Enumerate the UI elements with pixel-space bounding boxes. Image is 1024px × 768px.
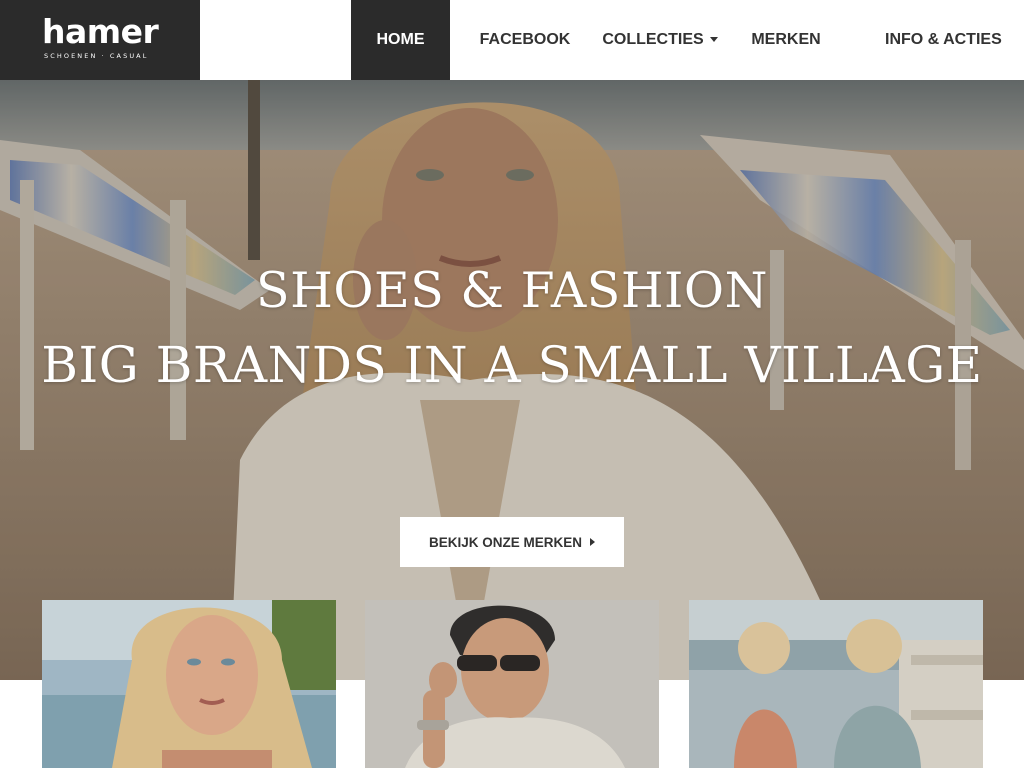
nav-item-info-acties[interactable]: INFO & ACTIES bbox=[844, 0, 1024, 80]
category-tile-men[interactable] bbox=[365, 600, 659, 768]
nav-item-info-acties-label: INFO & ACTIES bbox=[885, 31, 1002, 48]
nav-item-collecties-label: COLLECTIES bbox=[602, 31, 704, 48]
bekijk-merken-button[interactable]: BEKIJK ONZE MERKEN bbox=[400, 517, 624, 567]
nav-item-home[interactable]: HOME bbox=[351, 0, 450, 80]
site-header: hamer SCHOENEN · CASUAL HOME FACEBOOK CO… bbox=[0, 0, 1024, 80]
nav-item-facebook-label: FACEBOOK bbox=[479, 31, 571, 48]
logo-link[interactable]: hamer SCHOENEN · CASUAL bbox=[0, 0, 200, 80]
nav-item-merken[interactable]: MERKEN bbox=[728, 0, 844, 80]
category-tile-kids[interactable] bbox=[689, 600, 983, 768]
main-nav: HOME FACEBOOK COLLECTIES MERKEN INFO & A… bbox=[351, 0, 1024, 80]
caret-down-icon bbox=[709, 36, 718, 42]
logo-wordmark: hamer bbox=[42, 12, 159, 51]
nav-item-facebook[interactable]: FACEBOOK bbox=[450, 0, 586, 80]
hero-title-line2: BIG BRANDS IN A SMALL VILLAGE bbox=[41, 336, 983, 394]
hero-banner: SHOES & FASHION BIG BRANDS IN A SMALL VI… bbox=[0, 80, 1024, 680]
woman-portrait-image bbox=[42, 600, 336, 768]
nav-item-home-label: HOME bbox=[376, 31, 425, 48]
hero-title-line1: SHOES & FASHION bbox=[256, 262, 768, 319]
cta-label: BEKIJK ONZE MERKEN bbox=[428, 534, 582, 550]
man-sunglasses-image bbox=[365, 600, 659, 768]
category-tile-women[interactable] bbox=[42, 600, 336, 768]
kids-beach-image bbox=[689, 600, 983, 768]
nav-item-merken-label: MERKEN bbox=[751, 31, 821, 48]
logo-tagline: SCHOENEN · CASUAL bbox=[44, 52, 149, 60]
nav-item-collecties[interactable]: COLLECTIES bbox=[586, 0, 728, 80]
caret-right-icon bbox=[590, 538, 595, 546]
